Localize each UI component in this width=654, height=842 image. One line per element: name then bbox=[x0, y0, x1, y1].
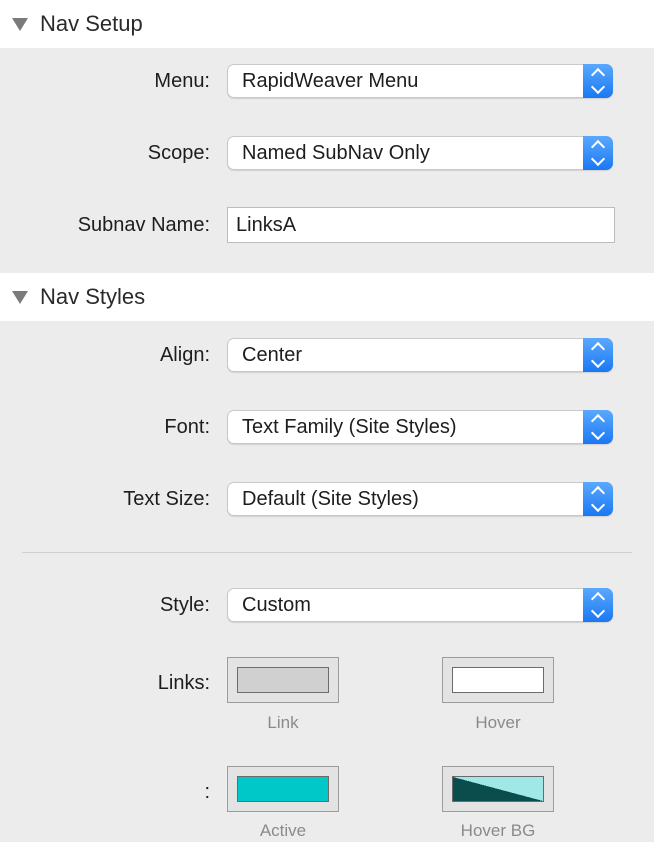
style-row: Style: Custom bbox=[0, 587, 654, 623]
text-size-row: Text Size: Default (Site Styles) bbox=[0, 481, 654, 517]
style-popup[interactable]: Custom bbox=[227, 588, 613, 622]
font-row: Font: Text Family (Site Styles) bbox=[0, 409, 654, 445]
link-color-well[interactable] bbox=[227, 657, 339, 703]
style-value: Custom bbox=[242, 593, 311, 616]
active-color-swatch bbox=[237, 776, 329, 802]
hover-bg-caption: Hover BG bbox=[460, 821, 536, 840]
align-popup[interactable]: Center bbox=[227, 338, 613, 372]
scope-row: Scope: Named SubNav Only bbox=[0, 135, 654, 171]
nav-styles-title: Nav Styles bbox=[40, 284, 146, 309]
style-label: Style: bbox=[159, 593, 210, 616]
align-value: Center bbox=[242, 343, 303, 366]
nav-styles-header[interactable]: Nav Styles bbox=[0, 273, 654, 321]
text-size-popup[interactable]: Default (Site Styles) bbox=[227, 482, 613, 516]
subnav-name-value: LinksA bbox=[236, 213, 297, 236]
menu-value: RapidWeaver Menu bbox=[242, 69, 419, 92]
hover-bg-color-swatch bbox=[452, 776, 544, 802]
text-size-value: Default (Site Styles) bbox=[242, 487, 419, 510]
active-row-label: : bbox=[204, 781, 210, 803]
popup-stepper-icon bbox=[583, 136, 613, 170]
nav-setup-header[interactable]: Nav Setup bbox=[0, 0, 654, 48]
divider bbox=[22, 552, 632, 553]
font-label: Font: bbox=[164, 415, 210, 438]
subnav-name-row: Subnav Name: LinksA bbox=[0, 207, 654, 243]
menu-popup[interactable]: RapidWeaver Menu bbox=[227, 64, 613, 98]
text-size-label: Text Size: bbox=[123, 487, 210, 510]
popup-stepper-icon bbox=[583, 410, 613, 444]
links-label: Links: bbox=[157, 672, 210, 694]
link-caption: Link bbox=[267, 713, 299, 732]
scope-label: Scope: bbox=[147, 141, 210, 164]
hover-color-well[interactable] bbox=[442, 657, 554, 703]
popup-stepper-icon bbox=[583, 338, 613, 372]
disclosure-triangle-icon[interactable] bbox=[12, 17, 28, 31]
popup-stepper-icon bbox=[583, 588, 613, 622]
align-row: Align: Center bbox=[0, 337, 654, 373]
font-popup[interactable]: Text Family (Site Styles) bbox=[227, 410, 613, 444]
scope-value: Named SubNav Only bbox=[242, 141, 430, 164]
menu-label: Menu: bbox=[154, 69, 210, 92]
subnav-name-field[interactable]: LinksA bbox=[227, 207, 615, 243]
hover-bg-color-well[interactable] bbox=[442, 766, 554, 812]
nav-setup-title: Nav Setup bbox=[40, 11, 143, 36]
active-caption: Active bbox=[259, 821, 307, 840]
active-color-well[interactable] bbox=[227, 766, 339, 812]
align-label: Align: bbox=[159, 343, 210, 366]
popup-stepper-icon bbox=[583, 482, 613, 516]
subnav-name-label: Subnav Name: bbox=[77, 213, 210, 236]
font-value: Text Family (Site Styles) bbox=[242, 415, 457, 438]
menu-row: Menu: RapidWeaver Menu bbox=[0, 63, 654, 99]
scope-popup[interactable]: Named SubNav Only bbox=[227, 136, 613, 170]
link-color-swatch bbox=[237, 667, 329, 693]
popup-stepper-icon bbox=[583, 64, 613, 98]
disclosure-triangle-icon[interactable] bbox=[12, 290, 28, 304]
hover-caption: Hover bbox=[475, 713, 521, 732]
hover-color-swatch bbox=[452, 667, 544, 693]
